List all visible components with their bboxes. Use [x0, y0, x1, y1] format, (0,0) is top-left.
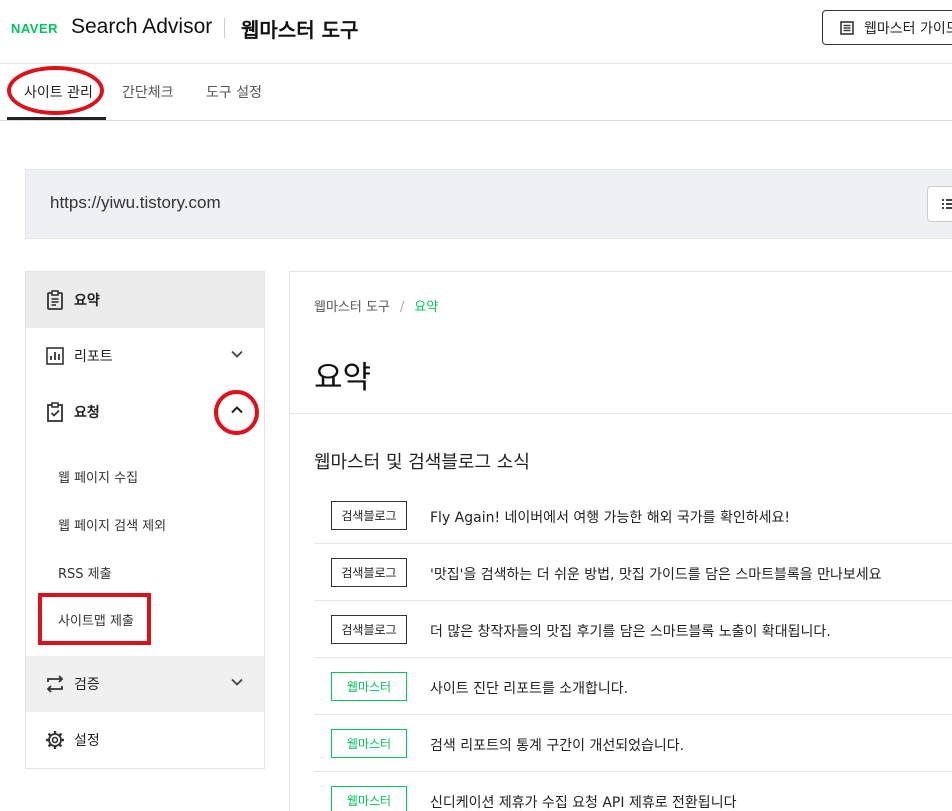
news-item[interactable]: 웹마스터 사이트 진단 리포트를 소개합니다.: [314, 658, 952, 715]
category-badge: 검색블로그: [331, 558, 407, 587]
sidebar-item-label: 요약: [74, 293, 100, 309]
news-item[interactable]: 검색블로그 더 많은 창작자들의 맛집 후기를 담은 스마트블록 노출이 확대됩…: [314, 601, 952, 658]
sidebar-item-report[interactable]: 리포트: [26, 328, 264, 384]
sidebar-item-label: 설정: [74, 733, 100, 749]
news-title[interactable]: 더 많은 창작자들의 맛집 후기를 담은 스마트블록 노출이 확대됩니다.: [430, 621, 831, 641]
sidebar-subitem-page-exclude[interactable]: 웹 페이지 검색 제외: [58, 515, 166, 534]
list-icon: [942, 199, 952, 209]
news-title[interactable]: 검색 리포트의 통계 구간이 개선되었습니다.: [430, 735, 684, 755]
annotation-ellipse: [7, 66, 104, 115]
tab-tool-settings[interactable]: 도구 설정: [206, 82, 262, 102]
page-title: 요약: [314, 360, 372, 396]
tool-title[interactable]: 웹마스터 도구: [241, 14, 358, 43]
sidebar: 요약 리포트 요청 웹 페이지 수집 웹 페이지 검색 제외 RSS 제출 사이…: [25, 271, 265, 769]
site-url-bar: https://yiwu.tistory.com: [25, 169, 952, 239]
news-item[interactable]: 웹마스터 신디케이션 제휴가 수집 요청 API 제휴로 전환됩니다: [314, 772, 952, 811]
sidebar-item-verify[interactable]: 검증: [26, 656, 264, 712]
news-title[interactable]: Fly Again! 네이버에서 여행 가능한 해외 국가를 확인하세요!: [430, 507, 790, 527]
sidebar-item-label: 검증: [74, 677, 100, 693]
breadcrumb-current: 요약: [414, 300, 439, 315]
bar-chart-icon: [44, 345, 66, 367]
chevron-down-icon[interactable]: [230, 347, 244, 361]
sidebar-item-summary[interactable]: 요약: [26, 272, 264, 328]
sync-icon: [44, 673, 66, 695]
tab-simple-check[interactable]: 간단체크: [122, 82, 174, 102]
main-panel: 웹마스터 도구 / 요약 요약 웹마스터 및 검색블로그 소식 검색블로그 Fly …: [289, 271, 952, 811]
site-url: https://yiwu.tistory.com: [50, 193, 221, 212]
gear-icon: [44, 729, 66, 751]
breadcrumb: 웹마스터 도구 / 요약: [314, 296, 438, 315]
divider: [290, 413, 952, 414]
breadcrumb-separator: /: [399, 300, 405, 315]
news-item[interactable]: 웹마스터 검색 리포트의 통계 구간이 개선되었습니다.: [314, 715, 952, 772]
product-name[interactable]: Search Advisor: [71, 15, 212, 39]
chevron-down-icon[interactable]: [230, 675, 244, 689]
document-list-icon: [840, 20, 854, 35]
webmaster-guide-button[interactable]: 웹마스터 가이드: [822, 10, 952, 45]
naver-logo[interactable]: NAVER: [11, 21, 58, 36]
guide-button-label: 웹마스터 가이드: [864, 20, 952, 37]
clipboard-icon: [44, 289, 66, 311]
sidebar-subitem-page-collect[interactable]: 웹 페이지 수집: [58, 467, 138, 486]
category-badge: 웹마스터: [331, 672, 407, 701]
sidebar-item-label: 리포트: [74, 349, 113, 365]
category-badge: 웹마스터: [331, 786, 407, 811]
tab-bar: 사이트 관리 간단체크 도구 설정: [0, 64, 952, 121]
category-badge: 웹마스터: [331, 729, 407, 758]
category-badge: 검색블로그: [331, 501, 407, 530]
sidebar-item-settings[interactable]: 설정: [26, 712, 264, 768]
clipboard-check-icon: [44, 401, 66, 423]
top-header: NAVER Search Advisor 웹마스터 도구 웹마스터 가이드: [0, 0, 952, 64]
breadcrumb-root[interactable]: 웹마스터 도구: [314, 300, 390, 315]
category-badge: 검색블로그: [331, 615, 407, 644]
news-title[interactable]: 신디케이션 제휴가 수집 요청 API 제휴로 전환됩니다: [430, 792, 736, 811]
header-divider: [224, 18, 225, 38]
active-tab-indicator: [7, 117, 106, 120]
site-list-button[interactable]: [927, 186, 952, 222]
annotation-rectangle: [38, 593, 151, 645]
annotation-circle: [214, 390, 259, 435]
news-title[interactable]: '맛집'을 검색하는 더 쉬운 방법, 맛집 가이드를 담은 스마트블록을 만나…: [430, 564, 881, 584]
news-item[interactable]: 검색블로그 '맛집'을 검색하는 더 쉬운 방법, 맛집 가이드를 담은 스마트…: [314, 544, 952, 601]
news-section-title: 웹마스터 및 검색블로그 소식: [314, 452, 530, 473]
sidebar-item-label: 요청: [74, 405, 100, 421]
sidebar-subitem-rss-submit[interactable]: RSS 제출: [58, 563, 112, 582]
news-title[interactable]: 사이트 진단 리포트를 소개합니다.: [430, 678, 628, 698]
news-item[interactable]: 검색블로그 Fly Again! 네이버에서 여행 가능한 해외 국가를 확인하…: [314, 487, 952, 544]
